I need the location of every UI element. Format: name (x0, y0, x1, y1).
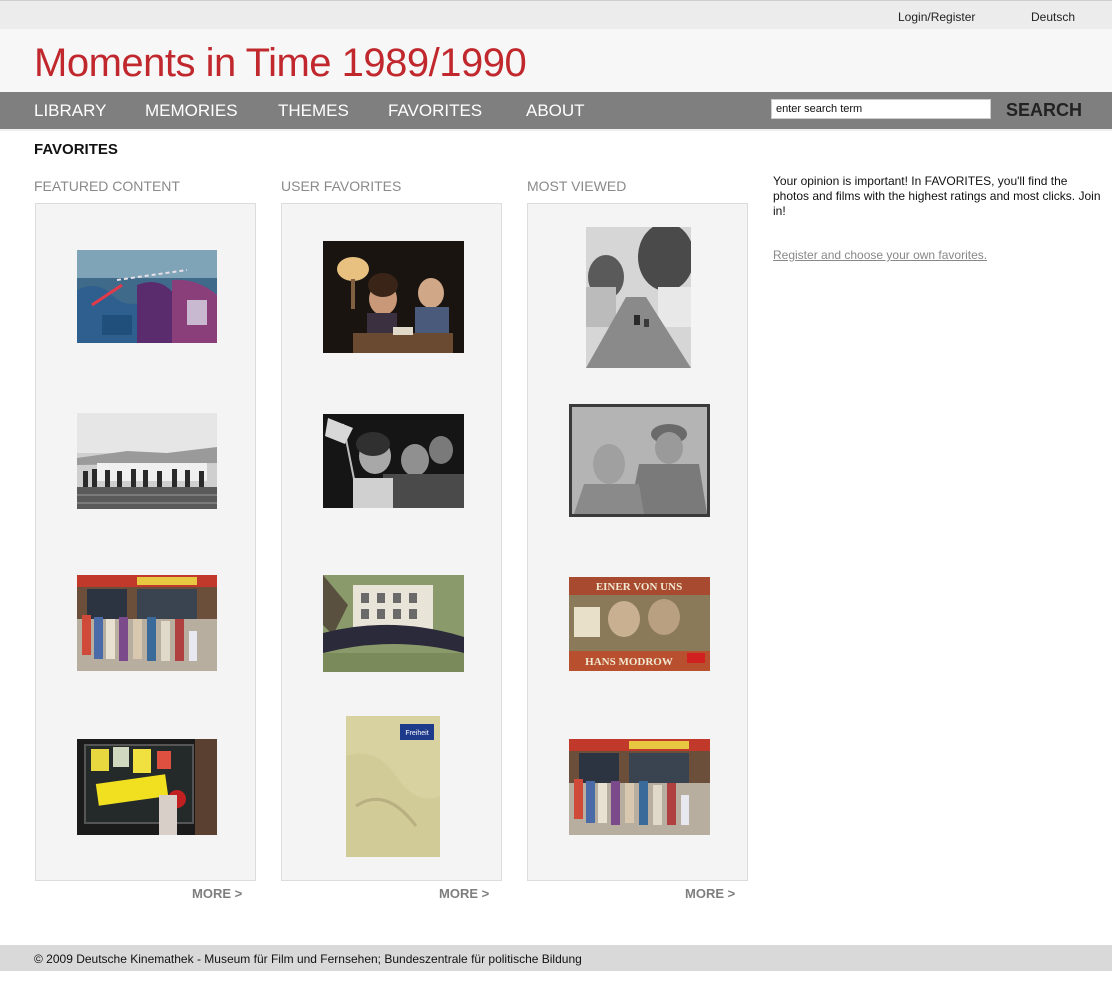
user-fav-thumb-1[interactable] (323, 241, 464, 353)
user-favorites-column: Freiheit (281, 203, 502, 881)
shop-queue-image-2 (569, 739, 710, 835)
login-register-link[interactable]: Login/Register (898, 10, 975, 24)
nav-item-favorites[interactable]: FAVORITES (388, 101, 482, 121)
shop-queue-image (77, 575, 217, 671)
most-viewed-thumb-1[interactable] (586, 227, 691, 368)
user-fav-thumb-3[interactable] (323, 575, 464, 672)
most-viewed-thumb-4[interactable] (569, 739, 710, 835)
featured-thumb-4[interactable] (77, 739, 217, 835)
register-favorites-link[interactable]: Register and choose your own favorites. (773, 248, 987, 262)
featured-thumb-3[interactable] (77, 575, 217, 671)
most-viewed-thumb-2[interactable] (569, 404, 710, 517)
featured-more-link[interactable]: MORE > (192, 886, 242, 901)
most-viewed-heading: MOST VIEWED (527, 178, 627, 194)
people-at-table-image (323, 241, 464, 353)
freiheit-sign-text: Freiheit (405, 730, 428, 737)
road-trees-bw-image (586, 227, 691, 368)
nav-item-memories[interactable]: MEMORIES (145, 101, 238, 121)
featured-content-column (35, 203, 256, 881)
election-poster-image: EINER VON UNS HANS MODROW (569, 577, 710, 671)
footer-copyright: © 2009 Deutsche Kinemathek - Museum für … (34, 952, 582, 966)
nav-item-library[interactable]: LIBRARY (34, 101, 106, 121)
poster-hans-modrow-text: HANS MODROW (585, 656, 673, 668)
shop-window-fabric-image (77, 250, 217, 343)
site-logo-title[interactable]: Moments in Time 1989/1990 (34, 41, 527, 86)
freiheit-wall-image: Freiheit (346, 716, 440, 857)
most-viewed-more-link[interactable]: MORE > (685, 886, 735, 901)
user-favorites-heading: USER FAVORITES (281, 178, 402, 194)
language-switch-link[interactable]: Deutsch (1031, 10, 1075, 24)
featured-thumb-1[interactable] (77, 250, 217, 343)
site-footer: © 2009 Deutsche Kinemathek - Museum für … (0, 945, 1112, 971)
main-nav: LIBRARY MEMORIES THEMES FAVORITES ABOUT … (0, 92, 1112, 131)
poster-einer-von-uns-text: EINER VON UNS (596, 581, 682, 593)
site-header: Moments in Time 1989/1990 (0, 29, 1112, 92)
user-fav-thumb-2[interactable] (323, 414, 464, 508)
user-fav-thumb-4[interactable]: Freiheit (346, 716, 440, 857)
window-posters-image (77, 739, 217, 835)
officer-bw-image (569, 404, 710, 517)
crowd-wall-bw-image (77, 413, 217, 509)
nav-item-themes[interactable]: THEMES (278, 101, 349, 121)
search-button[interactable]: SEARCH (1006, 100, 1082, 121)
crowd-building-image (323, 575, 464, 672)
search-input[interactable] (771, 99, 991, 119)
featured-thumb-2[interactable] (77, 413, 217, 509)
user-favorites-more-link[interactable]: MORE > (439, 886, 489, 901)
top-bar: Login/Register Deutsch (0, 0, 1112, 29)
featured-content-heading: FEATURED CONTENT (34, 178, 180, 194)
most-viewed-column: EINER VON UNS HANS MODROW (527, 203, 748, 881)
crowd-flag-bw-image (323, 414, 464, 508)
favorites-info-text: Your opinion is important! In FAVORITES,… (773, 174, 1101, 218)
most-viewed-thumb-3[interactable]: EINER VON UNS HANS MODROW (569, 577, 710, 671)
page-title: FAVORITES (34, 141, 118, 158)
nav-item-about[interactable]: ABOUT (526, 101, 585, 121)
